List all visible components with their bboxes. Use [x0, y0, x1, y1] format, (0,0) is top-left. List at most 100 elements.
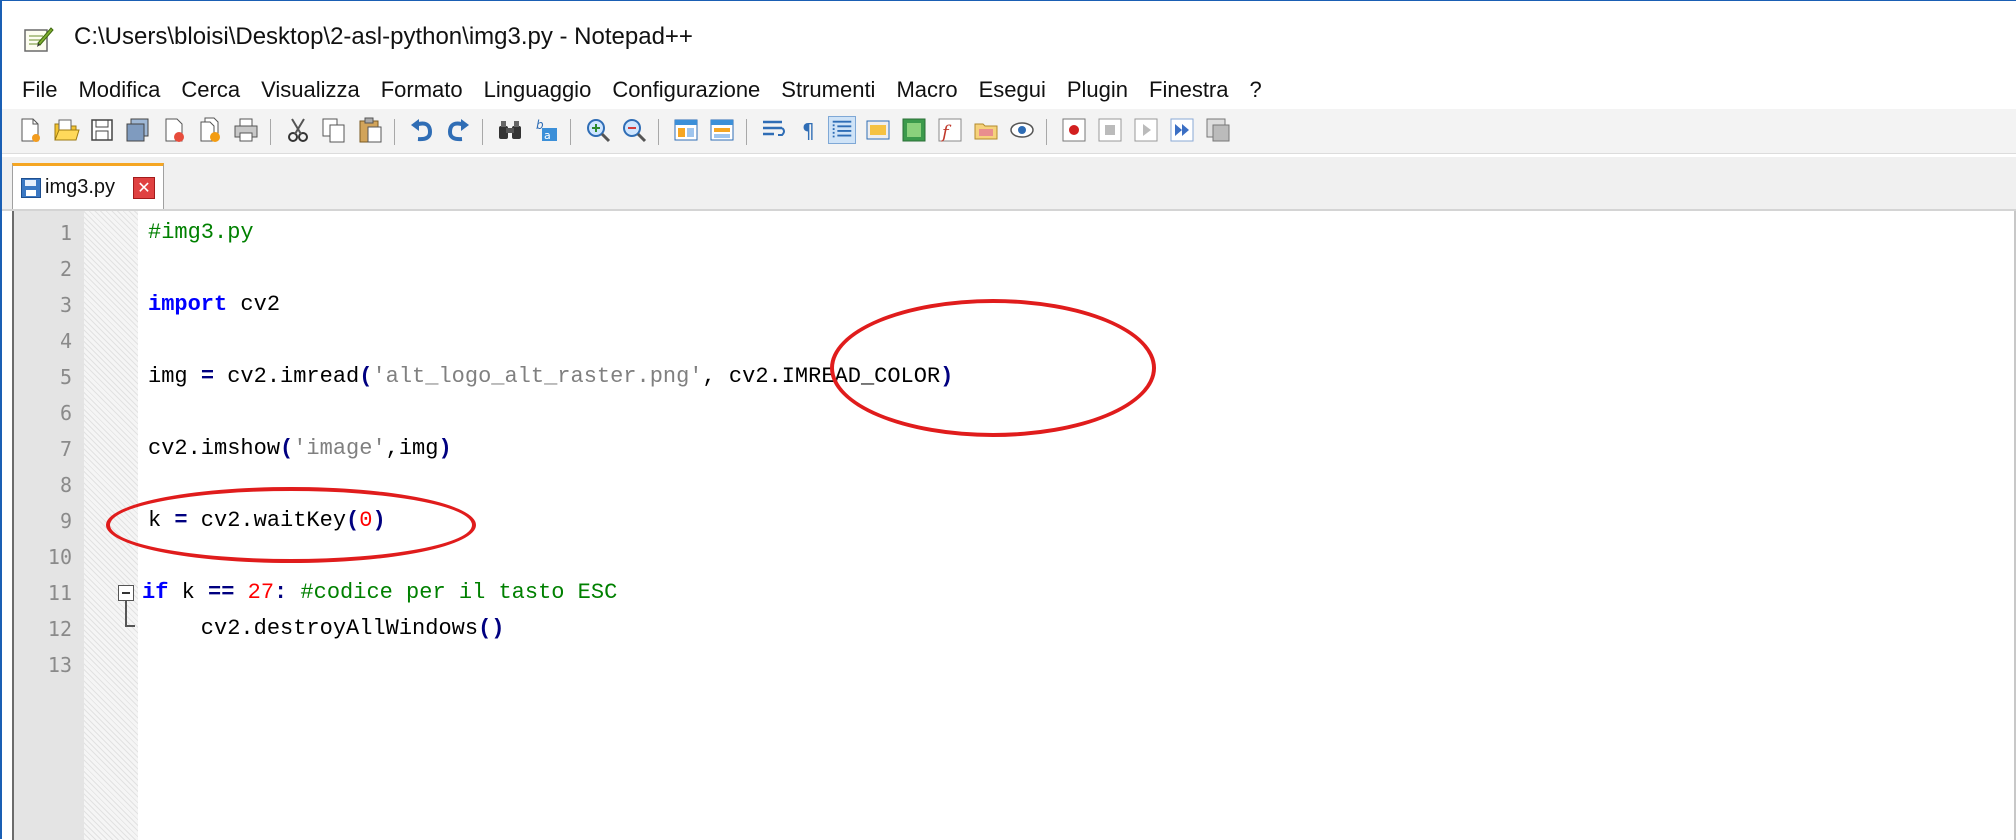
code-line: 2 — [2, 251, 2016, 287]
menu-linguaggio[interactable]: Linguaggio — [484, 74, 592, 106]
code-line: 10 — [2, 539, 2016, 575]
line-text: import cv2 — [148, 287, 280, 323]
menu-configurazione[interactable]: Configurazione — [612, 74, 760, 106]
new-file-icon[interactable] — [16, 116, 44, 144]
save-icon[interactable] — [88, 116, 116, 144]
menu-help[interactable]: ? — [1250, 74, 1262, 106]
window-title: C:\Users\bloisi\Desktop\2-asl-python\img… — [74, 23, 693, 50]
menu-esegui[interactable]: Esegui — [979, 74, 1046, 106]
play-macro-icon[interactable] — [1132, 116, 1160, 144]
folder-workspace-icon[interactable] — [972, 116, 1000, 144]
keyword-token: if — [142, 580, 169, 605]
line-text: cv2.destroyAllWindows() — [148, 611, 505, 647]
line-text: img = cv2.imread('alt_logo_alt_raster.pn… — [148, 359, 953, 395]
line-number: 13 — [47, 653, 72, 677]
code-line: 3 import cv2 — [2, 287, 2016, 323]
fold-guide — [125, 601, 127, 627]
stop-macro-icon[interactable] — [1096, 116, 1124, 144]
save-macro-icon[interactable] — [1204, 116, 1232, 144]
menu-finestra[interactable]: Finestra — [1149, 74, 1228, 106]
line-number: 2 — [59, 257, 72, 281]
code-token: cv2.imread — [214, 364, 360, 389]
menu-file[interactable]: File — [22, 74, 57, 106]
operator-token: : — [274, 580, 288, 605]
code-editor[interactable]: 1 #img3.py 2 3 import cv2 4 5 img = cv2.… — [2, 211, 2016, 840]
code-token: cv2.imshow — [148, 436, 281, 461]
code-token: img — [148, 364, 201, 389]
string-token: 'alt_logo_alt_raster.png' — [372, 364, 703, 389]
close-all-icon[interactable] — [196, 116, 224, 144]
sync-horizontal-icon[interactable] — [708, 116, 736, 144]
open-file-icon[interactable] — [52, 116, 80, 144]
comment-token: #img3.py — [148, 220, 254, 245]
udl-icon[interactable] — [864, 116, 892, 144]
find-icon[interactable] — [496, 116, 524, 144]
line-number: 12 — [47, 617, 72, 641]
line-number: 7 — [59, 437, 72, 461]
operator-token: ) — [940, 364, 954, 389]
function-list-icon[interactable]: f — [936, 116, 964, 144]
line-number: 6 — [59, 401, 72, 425]
doc-map-icon[interactable] — [900, 116, 928, 144]
monitoring-icon[interactable] — [1008, 116, 1036, 144]
code-token: k — [168, 580, 209, 605]
close-icon[interactable] — [160, 116, 188, 144]
menu-modifica[interactable]: Modifica — [78, 74, 160, 106]
notepadpp-window: C:\Users\bloisi\Desktop\2-asl-python\img… — [0, 0, 2016, 840]
run-macro-multiple-icon[interactable] — [1168, 116, 1196, 144]
menu-plugin[interactable]: Plugin — [1067, 74, 1128, 106]
fold-toggle-icon[interactable] — [118, 585, 134, 601]
menu-visualizza[interactable]: Visualizza — [261, 74, 360, 106]
operator-token: = — [200, 364, 215, 389]
toolbar-separator — [482, 119, 483, 145]
redo-icon[interactable] — [444, 116, 472, 144]
line-number: 3 — [59, 293, 72, 317]
line-number: 9 — [59, 509, 72, 533]
line-number: 5 — [59, 365, 72, 389]
toolbar-separator — [394, 119, 395, 145]
line-text: k = cv2.waitKey(0) — [148, 503, 386, 539]
line-text: #img3.py — [148, 215, 254, 251]
line-number: 1 — [59, 221, 72, 245]
operator-token: ( — [346, 508, 360, 533]
line-number: 11 — [47, 581, 72, 605]
menu-macro[interactable]: Macro — [896, 74, 957, 106]
word-wrap-icon[interactable] — [760, 116, 788, 144]
indent-guide-icon[interactable] — [828, 116, 856, 144]
code-token: cv2 — [227, 292, 281, 317]
code-line: 4 — [2, 323, 2016, 359]
code-line: 8 — [2, 467, 2016, 503]
line-number: 10 — [47, 545, 72, 569]
operator-token: () — [478, 616, 505, 641]
line-number: 8 — [59, 473, 72, 497]
menu-formato[interactable]: Formato — [381, 74, 463, 106]
svg-text:¶: ¶ — [802, 119, 815, 143]
sync-vertical-icon[interactable] — [672, 116, 700, 144]
record-macro-icon[interactable] — [1060, 116, 1088, 144]
print-icon[interactable] — [232, 116, 260, 144]
svg-text:a: a — [544, 129, 551, 142]
menu-strumenti[interactable]: Strumenti — [781, 74, 875, 106]
code-line: 6 — [2, 395, 2016, 431]
save-all-icon[interactable] — [124, 116, 152, 144]
code-token: cv2.waitKey — [187, 508, 347, 533]
tab-img3-py[interactable]: img3.py ✕ — [12, 163, 164, 209]
line-text: if k == 27: #codice per il tasto ESC — [142, 575, 617, 611]
line-text: cv2.imshow('image',img) — [148, 431, 452, 467]
toolbar-separator — [270, 119, 271, 145]
tab-close-button[interactable]: ✕ — [133, 177, 155, 199]
cut-icon[interactable] — [284, 116, 312, 144]
show-all-chars-icon[interactable]: ¶ — [796, 116, 824, 144]
replace-icon[interactable]: ba — [532, 116, 560, 144]
operator-token: ( — [280, 436, 294, 461]
zoom-out-icon[interactable] — [620, 116, 648, 144]
toolbar-separator — [746, 119, 747, 145]
undo-icon[interactable] — [408, 116, 436, 144]
code-token: cv2.destroyAllWindows — [148, 616, 479, 641]
menu-cerca[interactable]: Cerca — [181, 74, 240, 106]
copy-icon[interactable] — [320, 116, 348, 144]
code-line: 9 k = cv2.waitKey(0) — [2, 503, 2016, 539]
line-number: 4 — [59, 329, 72, 353]
zoom-in-icon[interactable] — [584, 116, 612, 144]
paste-icon[interactable] — [356, 116, 384, 144]
